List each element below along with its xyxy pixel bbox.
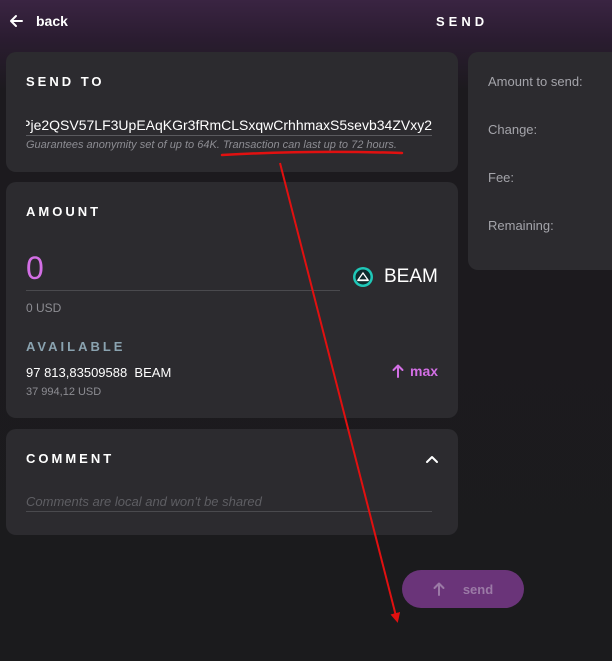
fee-label: Fee: [488, 170, 515, 185]
comment-card: COMMENT [6, 429, 458, 535]
currency-selector[interactable]: BEAM [352, 266, 438, 288]
beam-logo-icon [353, 267, 373, 287]
send-label: send [462, 581, 494, 597]
comment-input[interactable] [26, 491, 432, 512]
currency-label: BEAM [384, 266, 438, 287]
max-label: max [410, 363, 439, 379]
top-bar: back SEND [0, 0, 612, 46]
comment-title: COMMENT [26, 451, 115, 466]
remaining-label: Remaining: [488, 218, 554, 233]
available-usd: 37 994,12 USD [26, 386, 102, 398]
page-title: SEND [436, 14, 489, 29]
max-button[interactable]: max [392, 363, 438, 379]
change-label: Change: [488, 122, 538, 137]
send-to-title: SEND TO [26, 74, 105, 89]
available-title: AVAILABLE [26, 339, 126, 354]
chevron-up-icon[interactable] [424, 451, 440, 467]
amount-card: AMOUNT BEAM 0 USD AVAILABLE 97 813,83509… [6, 182, 458, 418]
duration-hint: Transaction can last up to 72 hours. [222, 139, 397, 151]
amount-title: AMOUNT [26, 204, 102, 219]
available-balance: 97 813,83509588 BEAM [26, 365, 172, 380]
send-to-card: SEND TO Guarantees anonymity set of up t… [6, 52, 458, 172]
amount-usd-value: 0 USD [26, 301, 62, 315]
amount-input[interactable] [26, 246, 340, 291]
send-button[interactable]: send [402, 570, 524, 608]
recipient-address-input[interactable] [26, 115, 432, 136]
arrow-left-icon [10, 15, 23, 27]
anonymity-hint: Guarantees anonymity set of up to 64K. [26, 139, 220, 151]
back-button[interactable]: back [8, 13, 68, 29]
back-label: back [36, 13, 68, 29]
transaction-summary-card: Amount to send: Change: Fee: Remaining: [468, 52, 612, 270]
address-hint: Guarantees anonymity set of up to 64K. T… [26, 139, 397, 151]
amount-to-send-label: Amount to send: [488, 74, 583, 89]
arrow-up-icon [392, 364, 404, 378]
arrow-up-icon [433, 582, 445, 596]
